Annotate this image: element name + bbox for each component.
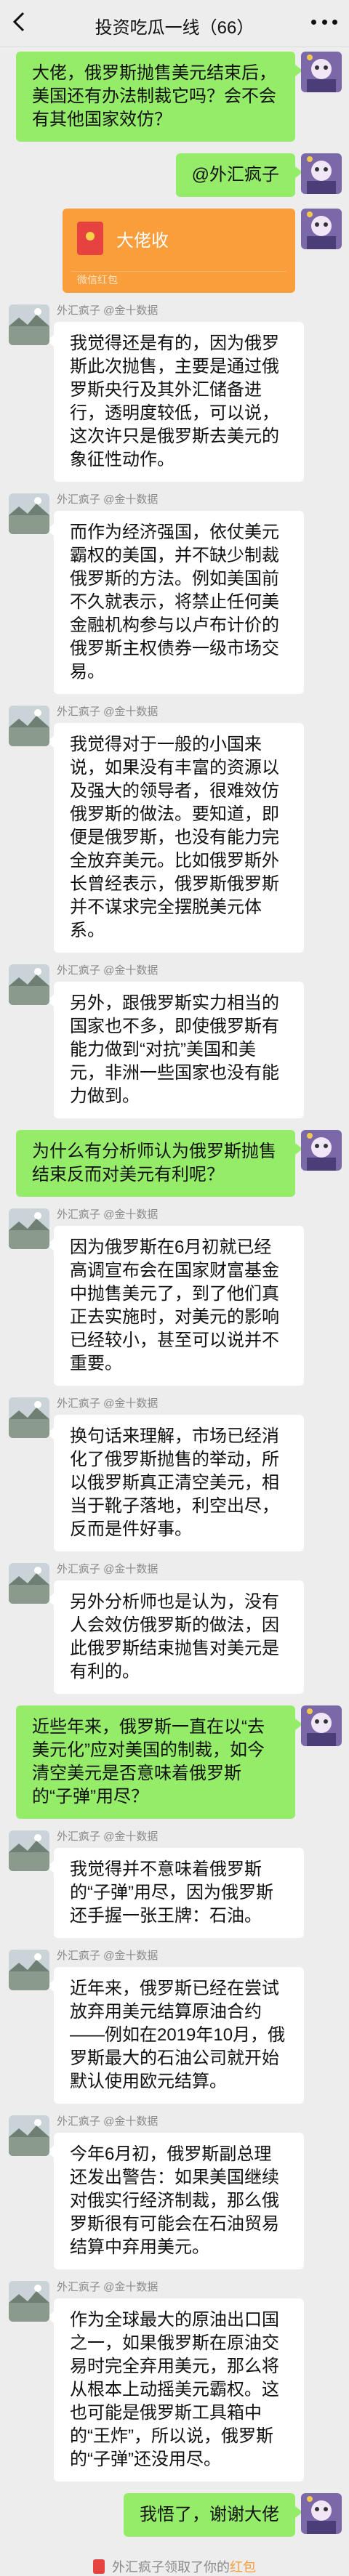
avatar[interactable] [9, 706, 49, 746]
message-bubble[interactable]: 而作为经济强国，依仗美元霸权的美国，并不缺少制裁俄罗斯的方法。例如美国前不久就表… [47, 511, 304, 694]
message-bubble[interactable]: 我觉得对于一般的小国来说，如果没有丰富的资源以及强大的领导者，很难效仿俄罗斯的做… [47, 723, 304, 953]
message-row: 外汇疯子 @金十数据我觉得对于一般的小国来说，如果没有丰富的资源以及强大的领导者… [0, 706, 349, 953]
sender-name: 外汇疯子 @金十数据 [57, 1397, 159, 1410]
message-row: 我悟了，谢谢大佬 [0, 2493, 349, 2537]
red-packet-icon [93, 2559, 105, 2574]
message-bubble[interactable]: 大佬，俄罗斯抛售美元结束后，美国还有办法制裁它吗？会不会有其他国家效仿？ [16, 52, 302, 142]
avatar[interactable] [301, 153, 342, 194]
avatar[interactable] [301, 2493, 342, 2534]
message-bubble[interactable]: 另外分析师也是认为，没有人会效仿俄罗斯的做法，因此俄罗斯结束抛售对美元是有利的。 [47, 1580, 304, 1694]
avatar[interactable] [9, 1208, 49, 1249]
red-packet-card[interactable]: 大佬收微信红包 [63, 209, 295, 293]
system-notice: 外汇疯子领取了你的 红包 [0, 2557, 349, 2576]
message-bubble[interactable]: 我觉得并不意味着俄罗斯的“子弹”用尽，因为俄罗斯还手握一张王牌：石油。 [47, 1848, 304, 1938]
avatar[interactable] [301, 52, 342, 92]
message-bubble[interactable]: 我觉得还是有的，因为俄罗斯此次抛售，主要是通过俄罗斯央行及其外汇储备进行，透明度… [47, 322, 304, 482]
sender-name: 外汇疯子 @金十数据 [57, 1208, 159, 1221]
message-row: 外汇疯子 @金十数据我觉得并不意味着俄罗斯的“子弹”用尽，因为俄罗斯还手握一张王… [0, 1830, 349, 1938]
divider [71, 271, 286, 272]
avatar[interactable] [9, 1950, 49, 1990]
message-row: 外汇疯子 @金十数据而作为经济强国，依仗美元霸权的美国，并不缺少制裁俄罗斯的方法… [0, 493, 349, 694]
avatar[interactable] [9, 304, 49, 345]
message-row: 外汇疯子 @金十数据另外，跟俄罗斯实力相当的国家也不多，即使俄罗斯有能力做到“对… [0, 964, 349, 1118]
avatar[interactable] [9, 964, 49, 1005]
message-row: 外汇疯子 @金十数据今年6月初，俄罗斯副总理还发出警告：如果美国继续对俄实行经济… [0, 2115, 349, 2269]
message-bubble[interactable]: 因为俄罗斯在6月初就已经高调宣布会在国家财富基金中抛售美元了，到了他们真正去实施… [47, 1226, 304, 1386]
message-bubble[interactable]: 作为全球最大的原油出口国之一，如果俄罗斯在原油交易时完全弃用美元，那么将从根本上… [47, 2298, 304, 2482]
sender-name: 外汇疯子 @金十数据 [57, 1950, 159, 1962]
avatar[interactable] [301, 1705, 342, 1746]
message-row: 外汇疯子 @金十数据近年来，俄罗斯已经在尝试放弃用美元结算原油合约——例如在20… [0, 1950, 349, 2104]
message-bubble[interactable]: @外汇疯子 [175, 153, 303, 197]
red-packet-icon [77, 222, 103, 255]
message-list[interactable]: 大佬，俄罗斯抛售美元结束后，美国还有办法制裁它吗？会不会有其他国家效仿？ @外汇疯… [0, 47, 349, 2537]
message-row: @外汇疯子 [0, 153, 349, 197]
avatar[interactable] [301, 209, 342, 249]
message-row: 外汇疯子 @金十数据我觉得还是有的，因为俄罗斯此次抛售，主要是通过俄罗斯央行及其… [0, 304, 349, 482]
message-bubble[interactable]: 另外，跟俄罗斯实力相当的国家也不多，即使俄罗斯有能力做到“对抗”美国和美元，非洲… [47, 982, 304, 1118]
message-bubble[interactable]: 近些年来，俄罗斯一直在以“去美元化”应对美国的制裁，如今清空美元是否意味着俄罗斯… [16, 1705, 302, 1819]
sender-name: 外汇疯子 @金十数据 [57, 1830, 159, 1843]
message-row: 外汇疯子 @金十数据换句话来理解，市场已经消化了俄罗斯抛售的举动，所以俄罗斯真正… [0, 1397, 349, 1551]
avatar[interactable] [301, 1130, 342, 1171]
system-notice-text: 外汇疯子领取了你的 [112, 2560, 230, 2575]
avatar[interactable] [9, 493, 49, 534]
avatar[interactable] [9, 1397, 49, 1438]
red-packet-title: 大佬收 [116, 230, 169, 251]
message-row: 大佬，俄罗斯抛售美元结束后，美国还有办法制裁它吗？会不会有其他国家效仿？ [0, 52, 349, 142]
avatar[interactable] [9, 2281, 49, 2322]
sender-name: 外汇疯子 @金十数据 [57, 304, 159, 317]
chat-header: 投资吃瓜一线（66） [0, 0, 349, 47]
avatar[interactable] [9, 2115, 49, 2156]
message-bubble[interactable]: 我悟了，谢谢大佬 [124, 2493, 302, 2537]
sender-name: 外汇疯子 @金十数据 [57, 964, 159, 977]
sender-name: 外汇疯子 @金十数据 [57, 2115, 159, 2128]
message-row: 为什么有分析师认为俄罗斯抛售结束反而对美元有利呢？ [0, 1130, 349, 1197]
red-packet-label: 微信红包 [77, 274, 118, 286]
sender-name: 外汇疯子 @金十数据 [57, 706, 159, 718]
message-row: 外汇疯子 @金十数据因为俄罗斯在6月初就已经高调宣布会在国家财富基金中抛售美元了… [0, 1208, 349, 1386]
avatar[interactable] [9, 1830, 49, 1871]
message-bubble[interactable]: 为什么有分析师认为俄罗斯抛售结束反而对美元有利呢？ [16, 1130, 302, 1197]
message-row: 外汇疯子 @金十数据作为全球最大的原油出口国之一，如果俄罗斯在原油交易时完全弃用… [0, 2281, 349, 2482]
more-options-icon[interactable] [311, 13, 337, 31]
sender-name: 外汇疯子 @金十数据 [57, 2281, 159, 2293]
message-bubble[interactable]: 今年6月初，俄罗斯副总理还发出警告：如果美国继续对俄实行经济制裁，那么俄罗斯很有… [47, 2133, 304, 2269]
message-row: 大佬收微信红包 [0, 209, 349, 293]
message-row: 近些年来，俄罗斯一直在以“去美元化”应对美国的制裁，如今清空美元是否意味着俄罗斯… [0, 1705, 349, 1819]
message-row: 外汇疯子 @金十数据另外分析师也是认为，没有人会效仿俄罗斯的做法，因此俄罗斯结束… [0, 1563, 349, 1694]
message-bubble[interactable]: 近年来，俄罗斯已经在尝试放弃用美元结算原油合约——例如在2019年10月，俄罗斯… [47, 1967, 304, 2104]
chat-title: 投资吃瓜一线（66） [95, 18, 254, 38]
red-packet-link[interactable]: 红包 [230, 2557, 256, 2576]
sender-name: 外汇疯子 @金十数据 [57, 1563, 159, 1575]
sender-name: 外汇疯子 @金十数据 [57, 493, 159, 506]
avatar[interactable] [9, 1563, 49, 1604]
message-bubble[interactable]: 换句话来理解，市场已经消化了俄罗斯抛售的举动，所以俄罗斯真正清空美元，相当于靴子… [47, 1415, 304, 1551]
